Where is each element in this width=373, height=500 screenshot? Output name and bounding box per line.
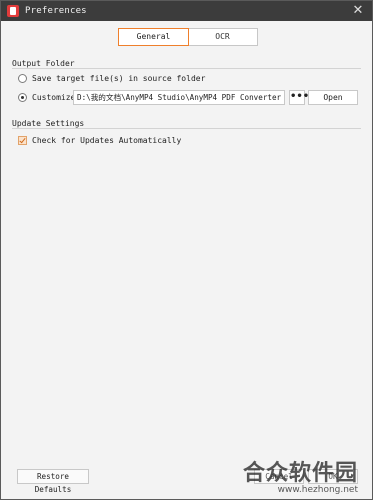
open-button[interactable]: Open (308, 90, 358, 105)
window-title: Preferences (25, 6, 87, 16)
radio-source-label: Save target file(s) in source folder (32, 74, 206, 83)
watermark: 合众软件园 www.hezhong.net (238, 455, 358, 495)
radio-customize[interactable]: Customize: (18, 93, 80, 102)
update-settings-title: Update Settings (12, 119, 85, 128)
app-icon (7, 5, 19, 17)
auto-update-label: Check for Updates Automatically (32, 136, 182, 145)
output-path-field[interactable]: D:\我的文档\AnyMP4 Studio\AnyMP4 PDF Convert… (73, 90, 285, 105)
watermark-logo: 合众软件园 (242, 461, 358, 486)
browse-dots-button[interactable]: ••• (289, 90, 309, 105)
tab-bar: General OCR (118, 28, 258, 46)
tab-ocr[interactable]: OCR (188, 29, 257, 45)
title-bar[interactable]: Preferences ✕ (1, 1, 372, 21)
restore-defaults-button[interactable]: Restore Defaults (17, 469, 89, 494)
close-icon[interactable]: ✕ (351, 3, 365, 19)
radio-button[interactable] (18, 74, 27, 83)
auto-update-checkbox-row[interactable]: Check for Updates Automatically (18, 136, 181, 145)
divider (12, 68, 361, 69)
tab-general[interactable]: General (118, 28, 189, 46)
radio-button-selected[interactable] (18, 93, 27, 102)
divider (12, 128, 361, 129)
checkbox-checked-icon[interactable] (18, 136, 27, 145)
output-folder-title: Output Folder (12, 59, 75, 68)
preferences-window: Preferences ✕ General OCR Output Folder … (0, 0, 373, 500)
radio-source-folder[interactable]: Save target file(s) in source folder (18, 74, 205, 83)
